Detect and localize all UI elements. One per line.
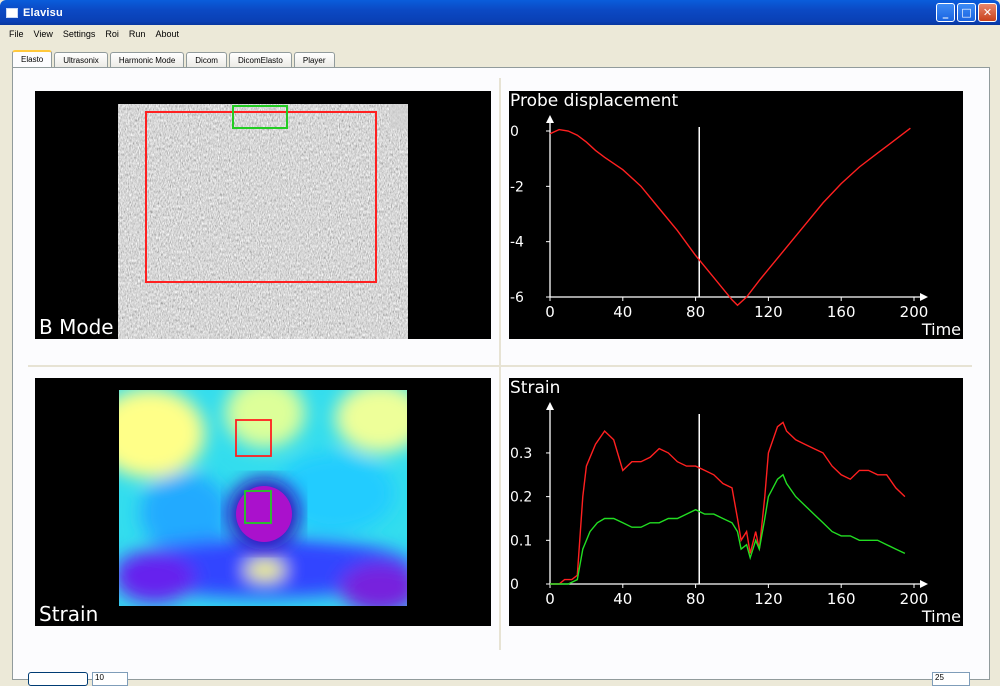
horizontal-splitter[interactable] (28, 362, 972, 370)
displacement-chart: 0 40 80 120 160 200 0 -2 -4 -6 Time (510, 115, 961, 339)
maximize-button[interactable]: □ (957, 3, 976, 22)
displacement-y-tick-label: -2 (510, 179, 524, 195)
displacement-x-tick-label: 80 (686, 303, 705, 321)
displacement-x-tick-label: 160 (827, 303, 856, 321)
displacement-y-tick-label: -6 (510, 290, 524, 306)
strain-cold-area (340, 563, 407, 606)
strain-hot-area (225, 390, 305, 448)
menu-file[interactable]: File (4, 29, 29, 39)
bmode-image (118, 104, 408, 339)
strain-y-arrow (546, 402, 554, 410)
menu-settings[interactable]: Settings (58, 29, 101, 39)
strain-y-tick-label: 0.3 (510, 446, 532, 462)
minimize-button[interactable]: _ (936, 3, 955, 22)
displacement-x-label: Time (921, 320, 961, 339)
bottom-controls: 10 25 (28, 670, 978, 686)
strain-x-tick-label: 200 (900, 590, 929, 608)
strain-x-tick-label: 120 (754, 590, 783, 608)
bmode-scale-marks (390, 104, 408, 129)
tab-elasto[interactable]: Elasto (12, 50, 53, 67)
displacement-y-tick-label: 0 (510, 124, 519, 140)
close-button[interactable]: ✕ (978, 3, 997, 22)
strain-x-tick-label: 0 (545, 590, 555, 608)
displacement-x-arrow (920, 293, 928, 301)
rate-spinbox[interactable]: 25 (932, 672, 970, 686)
displacement-y-arrow (546, 115, 554, 123)
strain-x-label: Time (921, 607, 961, 626)
strain-y-tick-label: 0.2 (510, 490, 532, 506)
menu-roi[interactable]: Roi (100, 29, 124, 39)
displacement-x-tick-label: 200 (900, 303, 929, 321)
menu-view[interactable]: View (29, 29, 58, 39)
strain-cold-area (119, 553, 195, 603)
strain-series-line-2 (550, 473, 906, 585)
strain-x-tick-label: 160 (827, 590, 856, 608)
run-button[interactable] (28, 672, 88, 686)
strain-image-panel[interactable]: Strain (35, 378, 491, 626)
title-bar[interactable]: Elavisu _ □ ✕ (0, 0, 1000, 25)
strain-y-tick-label: 0 (510, 577, 519, 593)
tab-dicom-elasto[interactable]: DicomElasto (228, 52, 292, 67)
strain-hot-area (335, 390, 407, 453)
strain-chart-panel[interactable]: Strain 0 40 80 120 160 200 0 0.1 0.2 0.3 Time (509, 378, 963, 626)
displacement-y-tick-label: -4 (510, 235, 524, 251)
bmode-label: B Mode (39, 315, 114, 339)
bmode-speckle (118, 104, 408, 339)
displacement-title: Probe displacement (510, 91, 679, 111)
frame-spinbox[interactable]: 10 (92, 672, 128, 686)
strain-chart-title: Strain (510, 378, 561, 398)
window-title: Elavisu (23, 6, 63, 19)
tab-dicom[interactable]: Dicom (186, 52, 227, 67)
menu-bar: File View Settings Roi Run About (0, 25, 1000, 43)
strain-x-tick-label: 40 (613, 590, 632, 608)
strain-x-arrow (920, 580, 928, 588)
strain-series-line-1 (550, 421, 906, 585)
displacement-x-tick-label: 120 (754, 303, 783, 321)
displacement-panel[interactable]: Probe displacement 0 40 80 120 160 200 0 -2 -4 -6… (509, 91, 963, 339)
displacement-x-tick-label: 40 (613, 303, 632, 321)
displacement-series-line-1 (549, 127, 911, 307)
menu-about[interactable]: About (150, 29, 184, 39)
strain-image (119, 390, 407, 606)
menu-run[interactable]: Run (124, 29, 151, 39)
tab-player[interactable]: Player (293, 52, 335, 67)
tab-bar: Elasto Ultrasonix Harmonic Mode Dicom Di… (12, 50, 337, 67)
strain-hot-area (119, 390, 205, 478)
bmode-panel[interactable]: B Mode (35, 91, 491, 339)
tab-ultrasonix[interactable]: Ultrasonix (54, 52, 108, 67)
strain-x-tick-label: 80 (686, 590, 705, 608)
tab-harmonic-mode[interactable]: Harmonic Mode (109, 52, 185, 67)
app-icon (6, 7, 18, 18)
strain-image-label: Strain (39, 602, 99, 626)
displacement-x-tick-label: 0 (545, 303, 555, 321)
strain-y-tick-label: 0.1 (510, 533, 532, 549)
strain-hot-area (245, 560, 285, 580)
strain-chart: 0 40 80 120 160 200 0 0.1 0.2 0.3 Time (510, 402, 961, 626)
